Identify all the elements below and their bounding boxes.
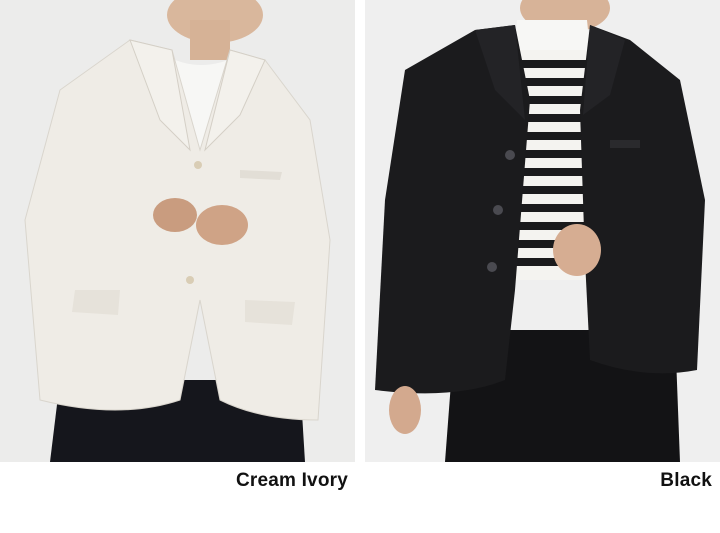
product-photo-cream-ivory bbox=[0, 0, 355, 462]
variant-caption-cream-ivory: Cream Ivory bbox=[235, 470, 348, 491]
variant-caption-black: Black bbox=[660, 470, 712, 491]
cream-ivory-jacket-illustration bbox=[0, 0, 355, 462]
black-jacket-illustration bbox=[365, 0, 720, 462]
product-photo-black bbox=[365, 0, 720, 462]
